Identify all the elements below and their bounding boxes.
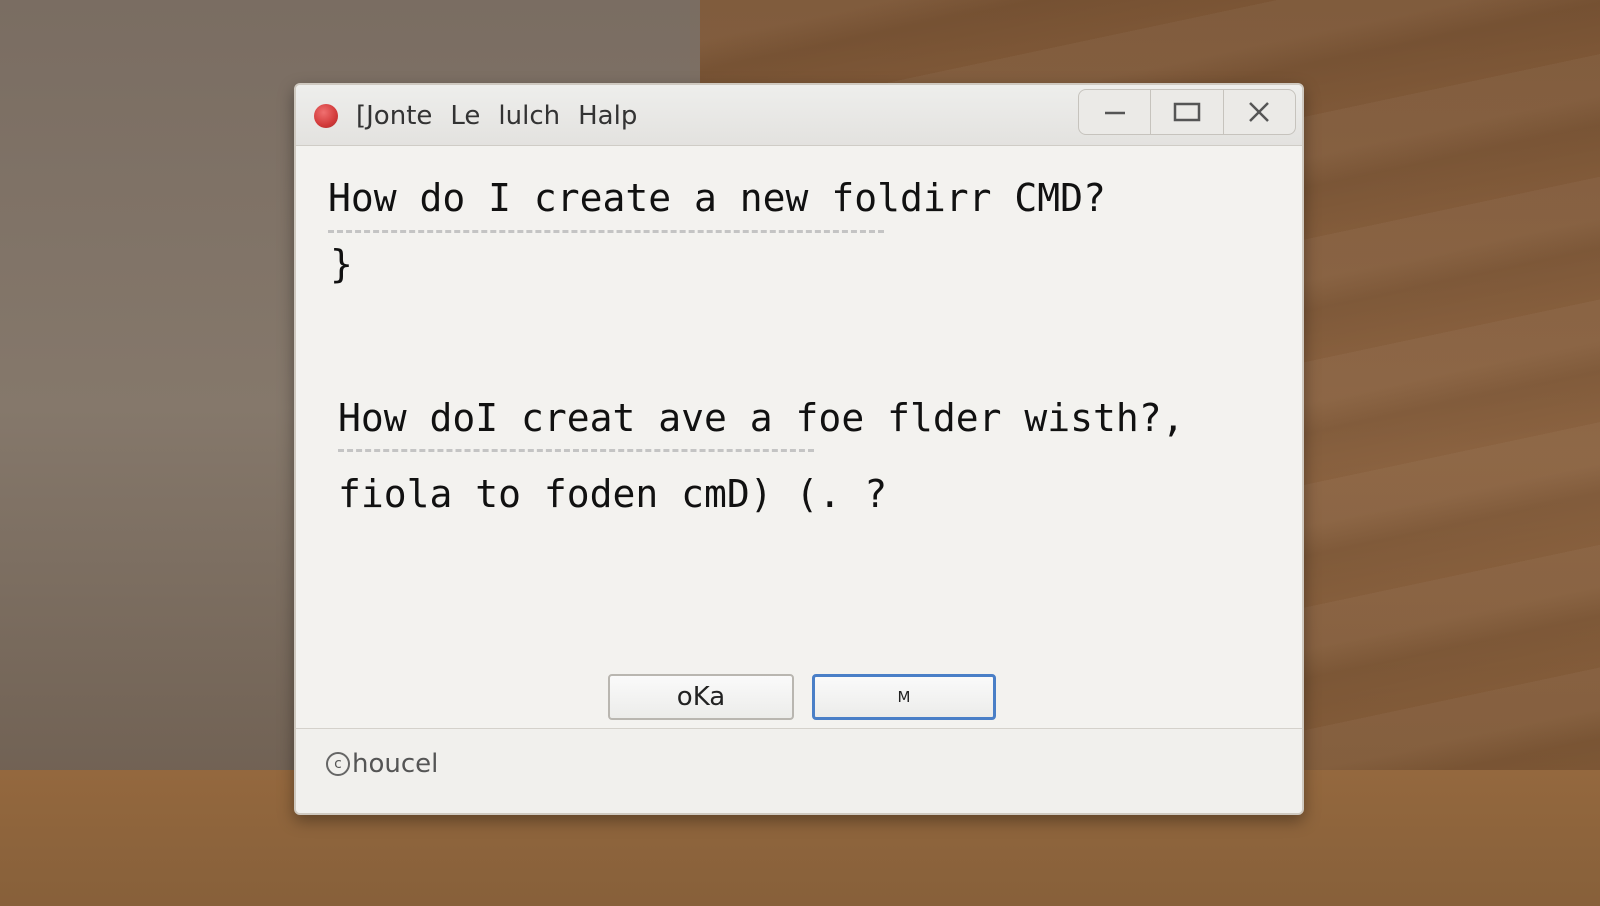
menu-item-1[interactable]: [Jonte bbox=[356, 101, 432, 131]
minimize-icon bbox=[1104, 111, 1125, 115]
dialog-window: [Jonte Le lulch Halp How do I create a n… bbox=[294, 83, 1304, 815]
cancel-link[interactable]: c houcel bbox=[326, 749, 438, 779]
red-dot-icon[interactable] bbox=[314, 104, 338, 128]
dialog-footer: c houcel bbox=[296, 728, 1302, 813]
dialog-content: How do I create a new foldirr CMD? } How… bbox=[296, 146, 1302, 729]
question-text-1: How do I create a new foldirr CMD? bbox=[328, 176, 1106, 220]
maximize-button[interactable] bbox=[1150, 90, 1222, 134]
menu-item-help[interactable]: Halp bbox=[578, 101, 637, 131]
close-icon bbox=[1249, 102, 1270, 122]
dashed-divider-2 bbox=[338, 449, 814, 452]
dashed-divider-1 bbox=[328, 230, 884, 233]
ok-button[interactable]: oKa bbox=[608, 674, 794, 720]
menu-item-3[interactable]: lulch bbox=[498, 101, 560, 131]
circle-c-icon: c bbox=[326, 752, 350, 776]
question-text-3: fiola to foden cmD) (. ? bbox=[338, 472, 888, 516]
focused-button[interactable]: M bbox=[812, 674, 996, 720]
close-button[interactable] bbox=[1222, 90, 1295, 134]
menu-item-2[interactable]: Le bbox=[450, 101, 480, 131]
brace-text: } bbox=[330, 242, 353, 286]
title-bar: [Jonte Le lulch Halp bbox=[296, 85, 1302, 146]
question-text-2: How doI creat ave a foe flder wisth?, bbox=[338, 396, 1185, 440]
minimize-button[interactable] bbox=[1079, 90, 1150, 134]
footer-label: houcel bbox=[352, 749, 439, 779]
window-controls bbox=[1078, 89, 1296, 135]
menu-bar: [Jonte Le lulch Halp bbox=[356, 101, 637, 131]
maximize-icon bbox=[1173, 102, 1201, 122]
